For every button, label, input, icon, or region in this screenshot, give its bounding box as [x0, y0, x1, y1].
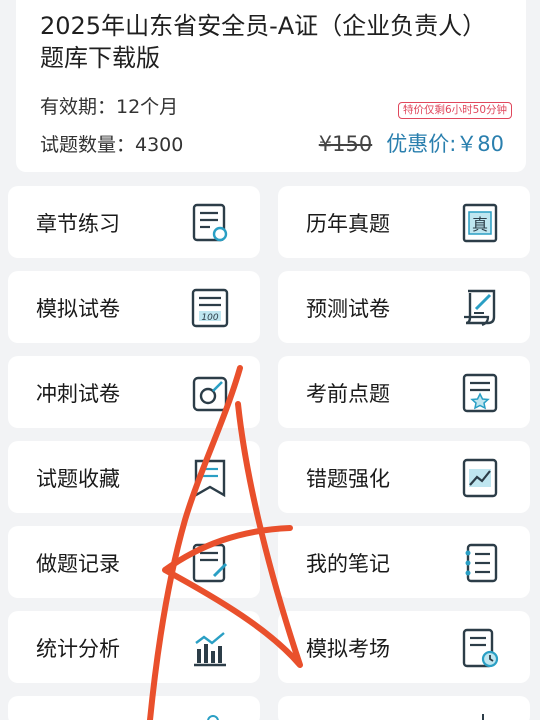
menu-item-exam-room[interactable]: 模拟考场	[278, 611, 530, 683]
wrong-questions-icon	[462, 458, 498, 498]
svg-text:真: 真	[472, 215, 488, 234]
menu-item-record[interactable]: 做题记录	[8, 526, 260, 598]
original-price: ¥150	[318, 132, 373, 156]
product-card: 2025年山东省安全员-A证（企业负责人）题库下载版 有效期：12个月 试题数量…	[16, 0, 526, 172]
exam-room-icon	[462, 628, 499, 668]
menu-item-partial-right[interactable]	[278, 696, 530, 720]
menu-item-label: 预测试卷	[306, 297, 390, 321]
menu-item-partial-left[interactable]	[8, 696, 260, 720]
key-points-icon	[462, 373, 498, 413]
discount-price: 优惠价:￥80	[386, 132, 504, 156]
predict-paper-icon	[464, 289, 496, 327]
validity-text: 有效期：12个月	[40, 96, 179, 118]
menu-item-label: 模拟试卷	[36, 297, 120, 321]
menu-item-wrong-questions[interactable]: 错题强化	[278, 441, 530, 513]
notes-icon	[465, 543, 498, 583]
partial-icon	[482, 714, 484, 720]
menu-item-sprint-paper[interactable]: 冲刺试卷	[8, 356, 260, 428]
menu-item-favorites[interactable]: 试题收藏	[8, 441, 260, 513]
menu-item-label: 模拟考场	[306, 637, 390, 661]
partial-icon	[207, 715, 219, 720]
menu-item-label: 试题收藏	[36, 467, 120, 491]
sprint-paper-icon	[192, 376, 228, 412]
menu-item-statistics[interactable]: 统计分析	[8, 611, 260, 683]
menu-item-notes[interactable]: 我的笔记	[278, 526, 530, 598]
menu-item-label: 历年真题	[306, 212, 390, 236]
favorites-icon	[194, 459, 226, 498]
chapter-practice-icon	[192, 203, 228, 242]
menu-item-label: 冲刺试卷	[36, 382, 120, 406]
menu-item-label: 考前点题	[306, 382, 390, 406]
menu-item-label: 我的笔记	[306, 552, 390, 576]
svg-text:100: 100	[201, 313, 218, 323]
menu-item-mock-paper[interactable]: 模拟试卷 100	[8, 271, 260, 343]
menu-item-chapter-practice[interactable]: 章节练习	[8, 186, 260, 258]
menu-item-predict-paper[interactable]: 预测试卷	[278, 271, 530, 343]
menu-item-past-exams[interactable]: 历年真题 真	[278, 186, 530, 258]
menu-item-label: 错题强化	[306, 467, 390, 491]
menu-item-label: 章节练习	[36, 212, 120, 236]
menu-item-label: 做题记录	[36, 552, 120, 576]
promo-badge: 特价仅剩6小时50分钟	[397, 102, 512, 119]
statistics-icon	[194, 632, 226, 667]
question-count-text: 试题数量：4300	[40, 134, 184, 156]
menu-item-label: 统计分析	[36, 637, 120, 661]
record-icon	[192, 543, 228, 583]
product-title: 2025年山东省安全员-A证（企业负责人）题库下载版	[40, 12, 487, 72]
menu-item-key-points[interactable]: 考前点题	[278, 356, 530, 428]
price-area: ¥150 优惠价:￥80	[319, 128, 504, 158]
mock-paper-icon: 100	[191, 288, 229, 328]
past-exams-icon: 真	[462, 203, 498, 243]
